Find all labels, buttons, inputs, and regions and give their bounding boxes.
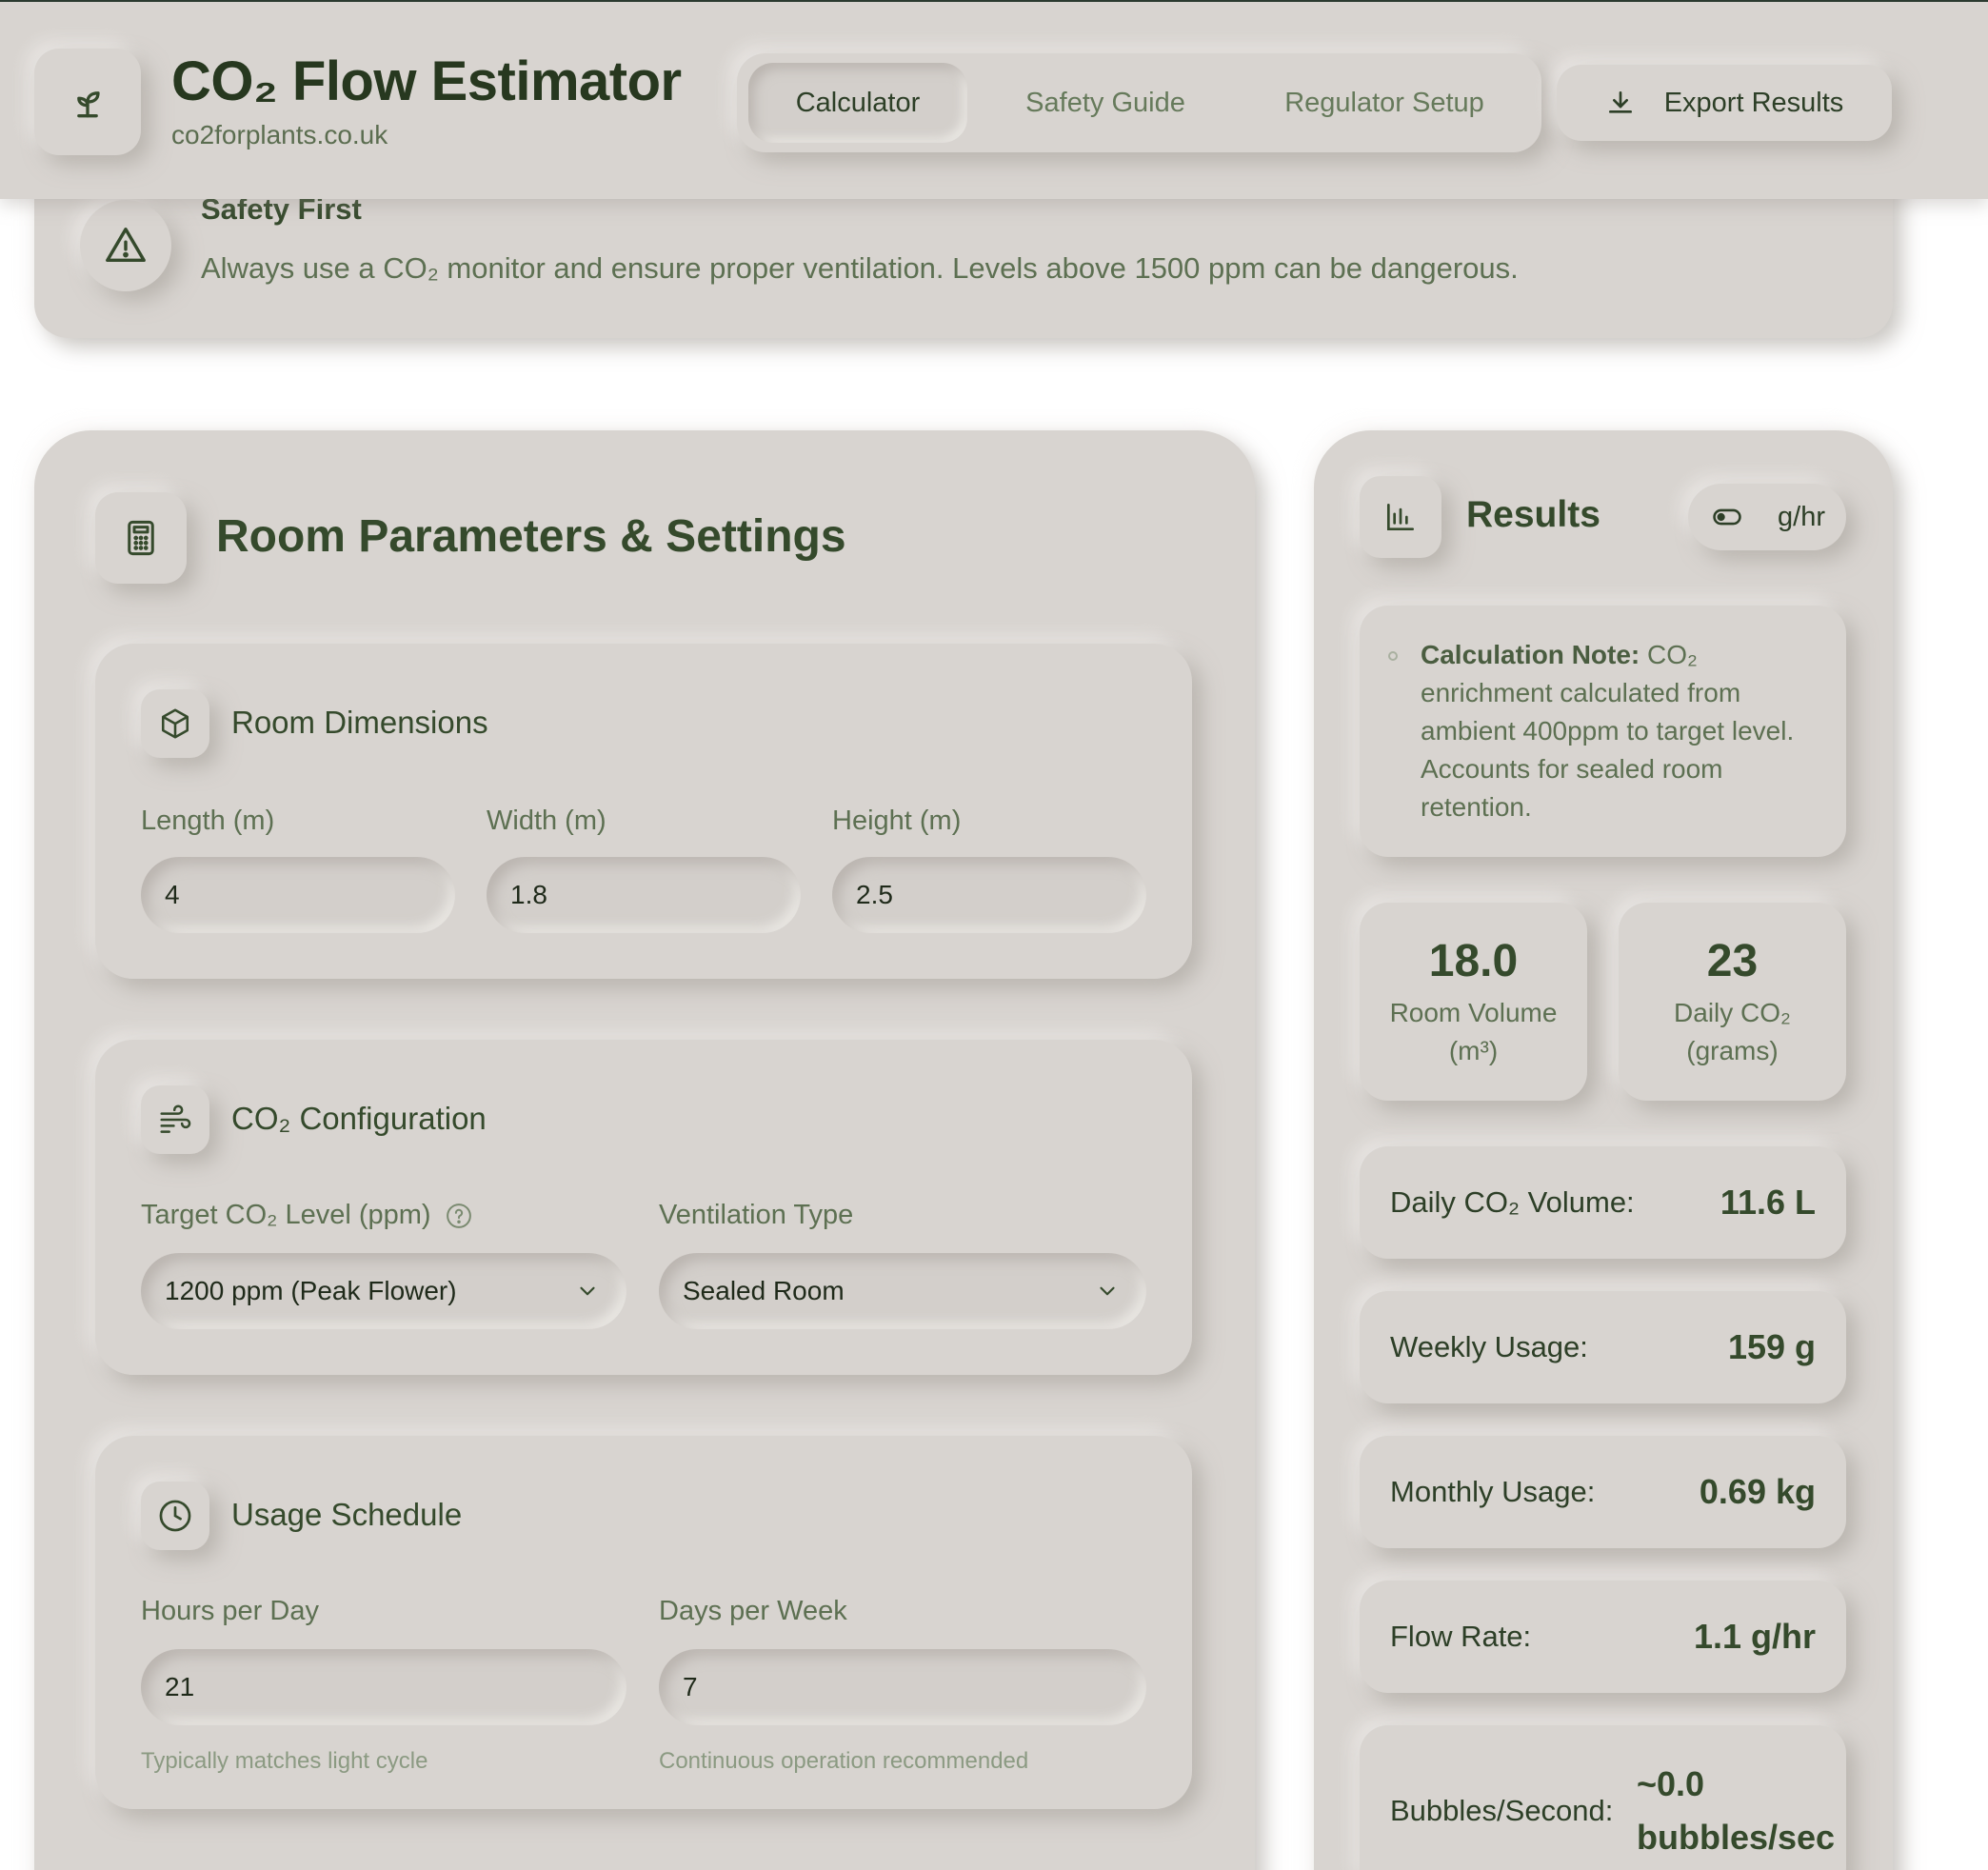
- length-label: Length (m): [141, 806, 275, 836]
- settings-card: Room Parameters & Settings Room Dimensio…: [34, 430, 1255, 1870]
- flow-rate-value: 1.1 g/hr: [1693, 1617, 1816, 1656]
- export-label: Export Results: [1663, 87, 1844, 118]
- monthly-usage-value: 0.69 kg: [1699, 1472, 1816, 1511]
- width-label: Width (m): [487, 806, 606, 836]
- length-input[interactable]: 4: [141, 857, 455, 933]
- flow-rate-label: Flow Rate:: [1390, 1620, 1532, 1653]
- sprout-icon: [77, 91, 100, 118]
- usage-schedule-title: Usage Schedule: [231, 1497, 463, 1532]
- tab-calculator[interactable]: Calculator: [748, 63, 967, 143]
- main-nav: Calculator Safety Guide Regulator Setup: [737, 53, 1541, 152]
- calculator-icon-wrap: [95, 492, 187, 584]
- hours-hint: Typically matches light cycle: [141, 1748, 428, 1774]
- results-title: Results: [1466, 494, 1600, 535]
- room-dimensions-section: Room Dimensions Length (m) 4 Width (m) 1…: [95, 644, 1192, 979]
- bar-chart-icon: [1386, 503, 1415, 531]
- co2-config-section: CO₂ Configuration Target CO₂ Level (ppm)…: [95, 1040, 1192, 1375]
- weekly-usage-label: Weekly Usage:: [1390, 1330, 1588, 1363]
- app-subtitle: co2forplants.co.uk: [171, 120, 388, 149]
- result-row-flow-rate: Flow Rate: 1.1 g/hr: [1360, 1581, 1846, 1693]
- target-co2-select[interactable]: 1200 ppm (Peak Flower): [141, 1253, 626, 1329]
- calculation-note-text: Calculation Note: CO₂ enrichment calcula…: [1421, 636, 1820, 826]
- daily-co2-stat: 23 Daily CO₂ (grams): [1619, 903, 1846, 1101]
- room-volume-stat: 18.0 Room Volume (m³): [1360, 903, 1587, 1101]
- days-input[interactable]: 7: [659, 1649, 1146, 1725]
- hours-input[interactable]: 21: [141, 1649, 626, 1725]
- days-label: Days per Week: [659, 1596, 847, 1626]
- result-row-monthly-usage: Monthly Usage: 0.69 kg: [1360, 1436, 1846, 1548]
- bubbles-value: ~0.0 bubbles/sec: [1637, 1764, 1836, 1857]
- height-input[interactable]: 2.5: [832, 857, 1146, 933]
- export-results-button[interactable]: Export Results: [1557, 65, 1892, 141]
- result-row-bubbles: Bubbles/Second: ~0.0 bubbles/sec: [1360, 1725, 1846, 1870]
- cube-icon-wrap: [141, 689, 209, 758]
- app-header: CO₂ Flow Estimator co2forplants.co.uk Ca…: [0, 2, 1988, 199]
- daily-co2-label: Daily CO₂ (grams): [1674, 998, 1791, 1065]
- room-volume-value: 18.0: [1428, 936, 1519, 986]
- warning-icon: [106, 228, 146, 263]
- ventilation-select[interactable]: Sealed Room: [659, 1253, 1146, 1329]
- hours-label: Hours per Day: [141, 1596, 319, 1626]
- chevron-down-icon: [1100, 1286, 1115, 1296]
- clock-icon-wrap: [141, 1482, 209, 1550]
- unit-toggle-label: g/hr: [1778, 501, 1825, 532]
- app-title: CO₂ Flow Estimator: [171, 50, 682, 112]
- room-dimensions-title: Room Dimensions: [231, 705, 488, 740]
- co2-config-title: CO₂ Configuration: [231, 1101, 487, 1136]
- height-label: Height (m): [832, 806, 962, 836]
- result-row-weekly-usage: Weekly Usage: 159 g: [1360, 1291, 1846, 1403]
- calculator-icon: [128, 520, 154, 556]
- daily-volume-value: 11.6 L: [1720, 1183, 1816, 1222]
- unit-toggle[interactable]: g/hr: [1688, 484, 1846, 550]
- chart-icon-wrap: [1360, 476, 1441, 558]
- room-volume-label: Room Volume (m³): [1389, 998, 1558, 1065]
- usage-schedule-section: Usage Schedule Hours per Day 21 Typicall…: [95, 1436, 1192, 1809]
- cube-icon: [161, 708, 189, 739]
- download-icon: [1608, 91, 1632, 113]
- calculation-note: Calculation Note: CO₂ enrichment calcula…: [1360, 606, 1846, 857]
- wind-icon: [160, 1104, 191, 1133]
- settings-title: Room Parameters & Settings: [216, 511, 846, 562]
- days-hint: Continuous operation recommended: [659, 1748, 1029, 1774]
- safety-text: Always use a CO₂ monitor and ensure prop…: [201, 251, 1519, 285]
- daily-volume-label: Daily CO₂ Volume:: [1390, 1185, 1635, 1219]
- monthly-usage-label: Monthly Usage:: [1390, 1475, 1596, 1508]
- ventilation-value: Sealed Room: [683, 1276, 845, 1305]
- target-co2-label-text: Target CO₂ Level (ppm): [141, 1200, 431, 1230]
- tab-regulator-setup[interactable]: Regulator Setup: [1242, 63, 1527, 143]
- wind-icon-wrap: [141, 1085, 209, 1154]
- result-row-daily-volume: Daily CO₂ Volume: 11.6 L: [1360, 1146, 1846, 1259]
- target-co2-label: Target CO₂ Level (ppm): [141, 1200, 473, 1231]
- daily-co2-value: 23: [1706, 936, 1759, 986]
- top-border: [0, 0, 1988, 2]
- tab-safety-guide[interactable]: Safety Guide: [986, 63, 1224, 143]
- width-input[interactable]: 1.8: [487, 857, 801, 933]
- target-co2-value: 1200 ppm (Peak Flower): [165, 1276, 457, 1305]
- weekly-usage-value: 159 g: [1727, 1327, 1816, 1366]
- bubbles-label: Bubbles/Second:: [1390, 1794, 1614, 1827]
- note-bold: Calculation Note:: [1421, 640, 1640, 669]
- logo: [34, 49, 141, 155]
- toggle-icon: [1713, 508, 1741, 526]
- chevron-down-icon: [580, 1286, 595, 1296]
- help-icon[interactable]: [445, 1202, 473, 1230]
- ventilation-label: Ventilation Type: [659, 1200, 854, 1230]
- clock-icon: [159, 1500, 191, 1532]
- safety-icon-wrap: [80, 200, 171, 291]
- results-card: Results g/hr Calculation Note: CO₂ enric…: [1314, 430, 1893, 1870]
- note-bullet: [1388, 651, 1398, 661]
